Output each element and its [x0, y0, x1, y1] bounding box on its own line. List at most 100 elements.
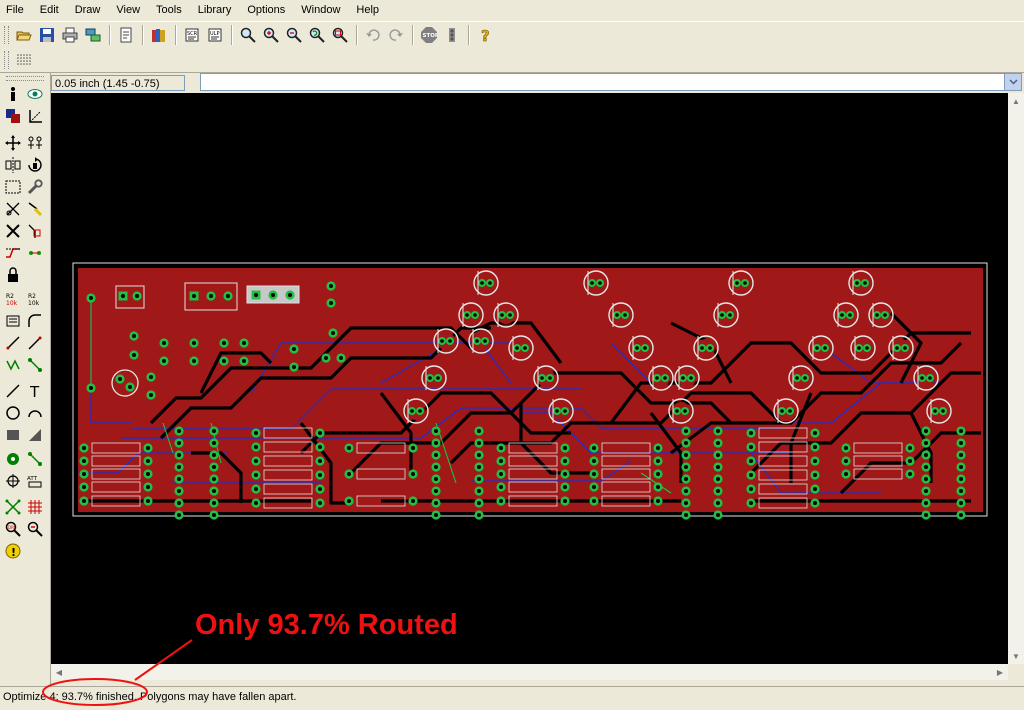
- grid-icon[interactable]: [13, 49, 35, 71]
- replace-icon[interactable]: [25, 355, 45, 375]
- main-toolbar: SCR ULP STOP ?: [0, 21, 1024, 49]
- command-history-dropdown[interactable]: [1004, 73, 1022, 91]
- toolbar-grip[interactable]: [4, 26, 9, 44]
- library-icon[interactable]: [148, 24, 170, 46]
- zoom-fit-icon[interactable]: [237, 24, 259, 46]
- line-icon[interactable]: [3, 381, 23, 401]
- led: [458, 302, 484, 328]
- route-icon[interactable]: [25, 243, 45, 263]
- toolbar-separator: [142, 25, 144, 45]
- auto-icon[interactable]: [25, 497, 45, 517]
- signal-icon[interactable]: [25, 333, 45, 353]
- scroll-left-icon[interactable]: ◀: [51, 664, 67, 680]
- pcb-board[interactable]: [51, 93, 1008, 664]
- arc-icon[interactable]: [25, 311, 45, 331]
- svg-text:SCR: SCR: [187, 31, 198, 37]
- show-icon[interactable]: [25, 84, 45, 104]
- group-icon[interactable]: [3, 177, 23, 197]
- status-bar: Optimize 4: 93.7% finished. Polygons may…: [0, 686, 1024, 710]
- redo-icon[interactable]: [385, 24, 407, 46]
- menu-options[interactable]: Options: [240, 0, 294, 20]
- parameter-toolbar: [0, 48, 1024, 73]
- menu-tools[interactable]: Tools: [149, 0, 191, 20]
- toolbar-separator: [231, 25, 233, 45]
- circle-icon[interactable]: [3, 403, 23, 423]
- text-icon[interactable]: T: [25, 381, 45, 401]
- polygon-icon[interactable]: [25, 425, 45, 445]
- menu-edit[interactable]: Edit: [33, 0, 68, 20]
- zoom-redraw-icon[interactable]: [306, 24, 328, 46]
- drc-icon[interactable]: DRC: [3, 519, 23, 539]
- menu-library[interactable]: Library: [191, 0, 241, 20]
- move-icon[interactable]: [3, 133, 23, 153]
- change-icon[interactable]: [25, 177, 45, 197]
- hole-icon[interactable]: [3, 471, 23, 491]
- erc-icon[interactable]: !: [3, 541, 23, 561]
- rect-icon[interactable]: [3, 425, 23, 445]
- value-icon[interactable]: [3, 311, 23, 331]
- vertical-scrollbar[interactable]: ▲ ▼: [1008, 93, 1024, 664]
- led: [868, 302, 894, 328]
- print-icon[interactable]: [59, 24, 81, 46]
- attribute-icon[interactable]: ATT: [25, 471, 45, 491]
- menu-help[interactable]: Help: [349, 0, 388, 20]
- menu-draw[interactable]: Draw: [68, 0, 110, 20]
- ulp-icon[interactable]: ULP: [204, 24, 226, 46]
- lock-icon[interactable]: [3, 265, 23, 285]
- arc-draw-icon[interactable]: [25, 403, 45, 423]
- open-icon[interactable]: [13, 24, 35, 46]
- led: [533, 365, 559, 391]
- display-icon[interactable]: [3, 106, 23, 126]
- info-icon[interactable]: [3, 84, 23, 104]
- scroll-up-icon[interactable]: ▲: [1008, 93, 1024, 109]
- name-icon[interactable]: R2 10k: [25, 289, 45, 309]
- led: [674, 365, 700, 391]
- wire-icon[interactable]: [3, 333, 23, 353]
- scroll-right-icon[interactable]: ▶: [992, 664, 1008, 680]
- smash-icon[interactable]: R2 10k: [3, 289, 23, 309]
- cam-icon[interactable]: [82, 24, 104, 46]
- stop-icon[interactable]: STOP: [418, 24, 440, 46]
- menu-file[interactable]: File: [0, 0, 33, 20]
- add-icon[interactable]: [25, 221, 45, 241]
- toolbar-grip[interactable]: [4, 51, 9, 69]
- toolbar-grip[interactable]: [6, 76, 44, 81]
- ripup-icon[interactable]: [3, 355, 23, 375]
- split-icon[interactable]: [25, 199, 45, 219]
- mirror-icon[interactable]: [3, 155, 23, 175]
- led: [668, 398, 694, 424]
- paste-icon[interactable]: [3, 199, 23, 219]
- horizontal-scrollbar[interactable]: ◀ ▶: [51, 664, 1008, 680]
- led: [548, 398, 574, 424]
- board-canvas[interactable]: [51, 93, 1008, 664]
- save-icon[interactable]: [36, 24, 58, 46]
- annotation-label: Only 93.7% Routed: [195, 609, 458, 641]
- via-icon[interactable]: [3, 449, 23, 469]
- script-icon[interactable]: SCR: [181, 24, 203, 46]
- menu-window[interactable]: Window: [294, 0, 349, 20]
- svg-text:DRC: DRC: [8, 525, 17, 530]
- zoom-select-icon[interactable]: [329, 24, 351, 46]
- zoom-in-icon[interactable]: [260, 24, 282, 46]
- svg-text:T: T: [29, 383, 40, 399]
- delete-icon[interactable]: [3, 221, 23, 241]
- menu-view[interactable]: View: [109, 0, 149, 20]
- go-icon[interactable]: [441, 24, 463, 46]
- led: [493, 302, 519, 328]
- help-icon[interactable]: ?: [474, 24, 496, 46]
- led: [508, 335, 534, 361]
- scroll-down-icon[interactable]: ▼: [1008, 648, 1024, 664]
- command-line-input[interactable]: [200, 73, 1005, 91]
- zoom-out-icon[interactable]: [283, 24, 305, 46]
- export-icon[interactable]: [115, 24, 137, 46]
- led: [926, 398, 952, 424]
- copy-icon[interactable]: [25, 133, 45, 153]
- mark-icon[interactable]: [25, 106, 45, 126]
- undo-icon[interactable]: [362, 24, 384, 46]
- optimize-icon[interactable]: [3, 243, 23, 263]
- led: [913, 365, 939, 391]
- rotate-icon[interactable]: [25, 155, 45, 175]
- errors-icon[interactable]: [25, 519, 45, 539]
- ratsnest-icon[interactable]: [3, 497, 23, 517]
- signal-route-icon[interactable]: [25, 449, 45, 469]
